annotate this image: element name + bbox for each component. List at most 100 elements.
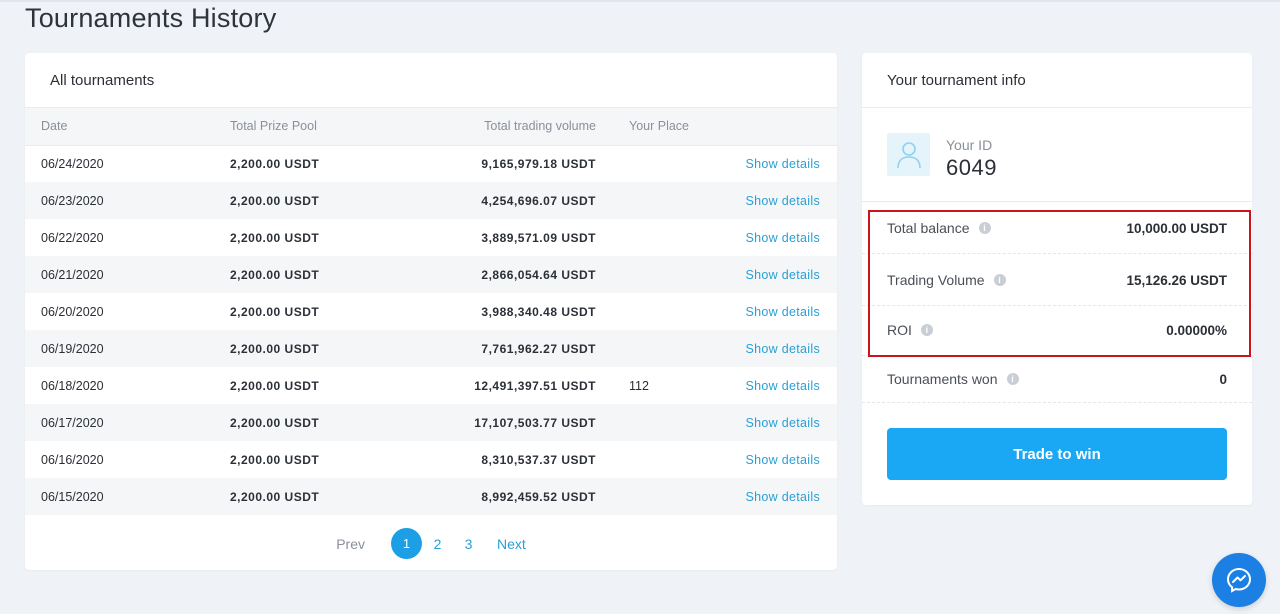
row-volume: 4,254,696.07 USDT bbox=[481, 193, 596, 208]
row-place bbox=[596, 330, 716, 367]
table-row: 06/21/2020 2,200.00 USDT 2,866,054.64 USDT… bbox=[25, 256, 837, 293]
table-row: 06/22/2020 2,200.00 USDT 3,889,571.09 USDT… bbox=[25, 219, 837, 256]
row-date: 06/16/2020 bbox=[41, 452, 104, 467]
row-volume: 3,889,571.09 USDT bbox=[481, 230, 596, 245]
row-volume: 12,491,397.51 USDT bbox=[474, 378, 596, 393]
row-date: 06/24/2020 bbox=[41, 156, 104, 171]
row-prize: 2,200.00 USDT bbox=[230, 193, 320, 208]
stat-value: 15,126.26 USDT bbox=[1126, 272, 1227, 288]
show-details-link[interactable]: Show details bbox=[746, 453, 820, 467]
show-details-link[interactable]: Show details bbox=[746, 157, 820, 171]
pagination-prev[interactable]: Prev bbox=[336, 536, 365, 552]
divider bbox=[862, 253, 1252, 254]
stat-roi: ROI i 0.00000% bbox=[862, 305, 1252, 355]
info-icon[interactable]: i bbox=[920, 324, 933, 336]
stat-value: 0 bbox=[1219, 371, 1227, 387]
row-date: 06/19/2020 bbox=[41, 341, 104, 356]
column-header-date: Date bbox=[25, 108, 230, 146]
column-header-prize: Total Prize Pool bbox=[230, 108, 370, 146]
tournament-info-card: Your tournament info Your ID 6049 Total … bbox=[862, 53, 1252, 505]
table-row: 06/23/2020 2,200.00 USDT 4,254,696.07 USDT… bbox=[25, 182, 837, 219]
column-header-action bbox=[716, 108, 837, 146]
pagination-page-2[interactable]: 2 bbox=[422, 536, 453, 552]
row-place bbox=[596, 478, 716, 515]
row-date: 06/22/2020 bbox=[41, 230, 104, 245]
show-details-link[interactable]: Show details bbox=[746, 268, 820, 282]
row-prize: 2,200.00 USDT bbox=[230, 341, 320, 356]
row-date: 06/23/2020 bbox=[41, 193, 104, 208]
pagination-page-3[interactable]: 3 bbox=[453, 536, 484, 552]
tournaments-table: Date Total Prize Pool Total trading volu… bbox=[25, 108, 837, 515]
row-place bbox=[596, 145, 716, 182]
stat-value: 0.00000% bbox=[1166, 322, 1227, 338]
show-details-link[interactable]: Show details bbox=[746, 379, 820, 393]
top-divider bbox=[0, 0, 1280, 2]
pagination-next[interactable]: Next bbox=[497, 536, 526, 552]
column-header-volume: Total trading volume bbox=[370, 108, 596, 146]
row-place bbox=[596, 182, 716, 219]
table-row: 06/19/2020 2,200.00 USDT 7,761,962.27 USDT… bbox=[25, 330, 837, 367]
trade-to-win-button[interactable]: Trade to win bbox=[887, 428, 1227, 480]
user-id-section: Your ID 6049 bbox=[862, 108, 1252, 202]
row-volume: 8,310,537.37 USDT bbox=[481, 452, 596, 467]
show-details-link[interactable]: Show details bbox=[746, 416, 820, 430]
row-date: 06/15/2020 bbox=[41, 489, 104, 504]
stat-value: 10,000.00 USDT bbox=[1126, 220, 1227, 236]
table-row: 06/24/2020 2,200.00 USDT 9,165,979.18 USDT… bbox=[25, 145, 837, 182]
row-prize: 2,200.00 USDT bbox=[230, 156, 320, 171]
row-prize: 2,200.00 USDT bbox=[230, 304, 320, 319]
table-row: 06/20/2020 2,200.00 USDT 3,988,340.48 USDT… bbox=[25, 293, 837, 330]
table-header-row: Date Total Prize Pool Total trading volu… bbox=[25, 108, 837, 146]
divider bbox=[862, 402, 1252, 403]
messenger-icon[interactable] bbox=[1212, 553, 1266, 607]
row-volume: 2,866,054.64 USDT bbox=[481, 267, 596, 282]
row-volume: 8,992,459.52 USDT bbox=[481, 489, 596, 504]
row-volume: 9,165,979.18 USDT bbox=[481, 156, 596, 171]
info-icon[interactable]: i bbox=[993, 274, 1006, 286]
pagination-page-1[interactable]: 1 bbox=[391, 528, 422, 559]
info-icon[interactable]: i bbox=[978, 222, 991, 234]
page-title: Tournaments History bbox=[25, 3, 277, 33]
user-icon bbox=[887, 133, 930, 176]
all-tournaments-card: All tournaments Date Total Prize Pool To… bbox=[25, 53, 837, 570]
column-header-place: Your Place bbox=[596, 108, 716, 146]
show-details-link[interactable]: Show details bbox=[746, 194, 820, 208]
table-row: 06/16/2020 2,200.00 USDT 8,310,537.37 USDT… bbox=[25, 441, 837, 478]
row-prize: 2,200.00 USDT bbox=[230, 378, 320, 393]
info-icon[interactable]: i bbox=[1006, 373, 1019, 385]
row-date: 06/20/2020 bbox=[41, 304, 104, 319]
row-date: 06/18/2020 bbox=[41, 378, 104, 393]
row-date: 06/17/2020 bbox=[41, 415, 104, 430]
row-volume: 3,988,340.48 USDT bbox=[481, 304, 596, 319]
row-prize: 2,200.00 USDT bbox=[230, 415, 320, 430]
show-details-link[interactable]: Show details bbox=[746, 231, 820, 245]
user-id-value: 6049 bbox=[946, 155, 997, 180]
row-place bbox=[596, 404, 716, 441]
stat-total-balance: Total balance i 10,000.00 USDT bbox=[862, 203, 1252, 253]
stat-label: Trading Volume bbox=[887, 272, 985, 288]
pagination: Prev 1 2 3 Next bbox=[25, 528, 837, 559]
stat-label: Tournaments won bbox=[887, 371, 998, 387]
show-details-link[interactable]: Show details bbox=[746, 490, 820, 504]
row-prize: 2,200.00 USDT bbox=[230, 489, 320, 504]
row-prize: 2,200.00 USDT bbox=[230, 230, 320, 245]
row-volume: 7,761,962.27 USDT bbox=[481, 341, 596, 356]
row-place bbox=[596, 441, 716, 478]
table-row: 06/17/2020 2,200.00 USDT 17,107,503.77 USD… bbox=[25, 404, 837, 441]
stat-tournaments-won: Tournaments won i 0 bbox=[862, 354, 1252, 404]
all-tournaments-header: All tournaments bbox=[25, 53, 837, 108]
table-row: 06/18/2020 2,200.00 USDT 12,491,397.51 USD… bbox=[25, 367, 837, 404]
user-id-label: Your ID bbox=[946, 137, 993, 153]
show-details-link[interactable]: Show details bbox=[746, 305, 820, 319]
row-place bbox=[596, 293, 716, 330]
row-prize: 2,200.00 USDT bbox=[230, 452, 320, 467]
row-prize: 2,200.00 USDT bbox=[230, 267, 320, 282]
table-row: 06/15/2020 2,200.00 USDT 8,992,459.52 USDT… bbox=[25, 478, 837, 515]
tournament-info-header: Your tournament info bbox=[862, 53, 1252, 108]
stat-label: Total balance bbox=[887, 220, 970, 236]
stat-label: ROI bbox=[887, 322, 912, 338]
stat-trading-volume: Trading Volume i 15,126.26 USDT bbox=[862, 255, 1252, 305]
show-details-link[interactable]: Show details bbox=[746, 342, 820, 356]
row-volume: 17,107,503.77 USDT bbox=[474, 415, 596, 430]
row-place: 112 bbox=[629, 378, 649, 393]
